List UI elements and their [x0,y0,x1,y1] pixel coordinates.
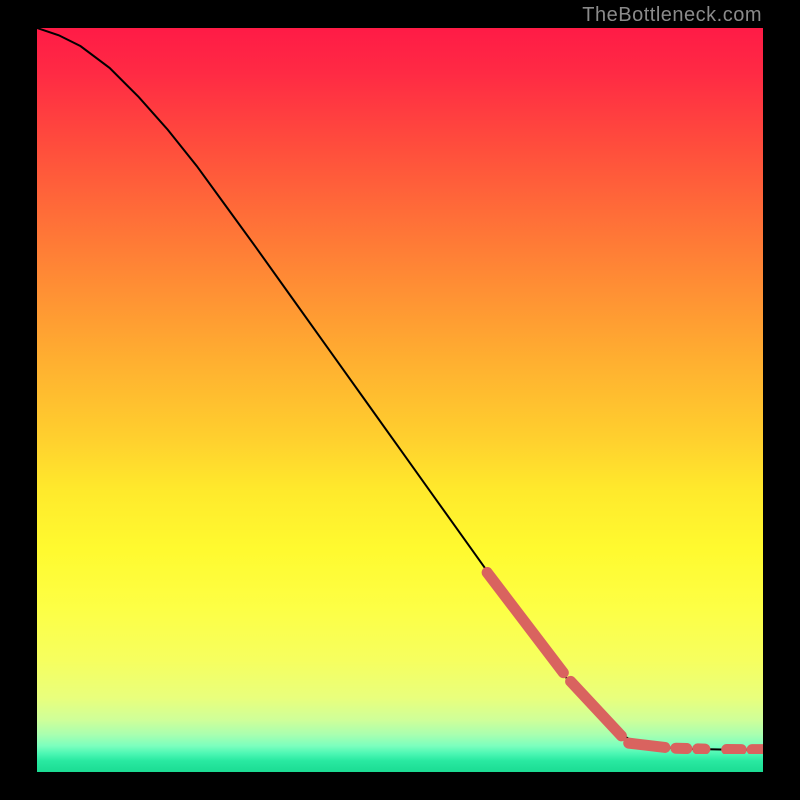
curve-line [37,28,763,750]
attribution-text: TheBottleneck.com [582,4,762,27]
plot-area [37,28,763,772]
chart-svg [37,28,763,754]
highlight-segments [487,573,763,750]
chart-stage: TheBottleneck.com [0,0,800,800]
